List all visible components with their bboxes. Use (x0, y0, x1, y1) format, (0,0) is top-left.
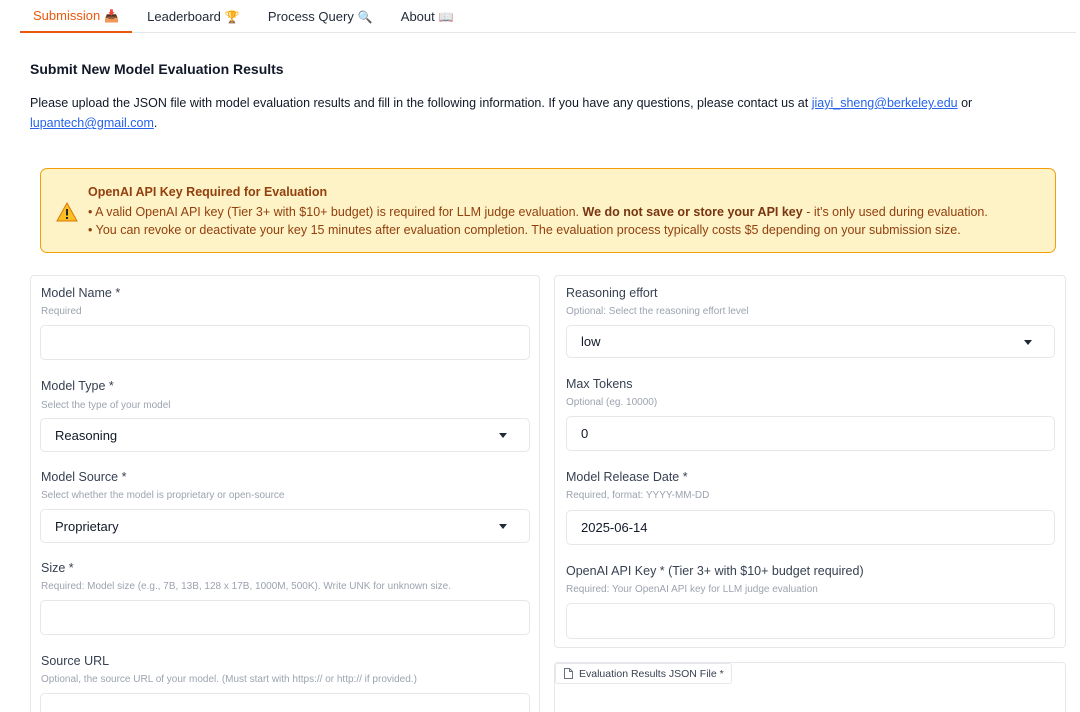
tab-leaderboard-label: Leaderboard (147, 9, 221, 24)
model-type-value: Reasoning (55, 427, 118, 443)
tab-submission-label: Submission (33, 8, 101, 23)
size-input[interactable] (40, 600, 530, 635)
warning-line-2: • You can revoke or deactivate your key … (88, 223, 961, 237)
model-name-help: Required (41, 306, 82, 317)
max-tokens-input[interactable]: 0 (566, 416, 1055, 451)
warning-line-1-prefix: • A valid OpenAI API key (Tier 3+ with $… (88, 205, 580, 219)
size-label: Size * (41, 561, 74, 575)
model-type-help: Select the type of your model (41, 400, 171, 411)
model-type-label: Model Type * (41, 379, 114, 393)
model-source-select[interactable]: Proprietary (40, 509, 530, 543)
max-tokens-help: Optional (eg. 10000) (566, 397, 658, 408)
model-source-help: Select whether the model is proprietary … (41, 490, 285, 501)
max-tokens-label: Max Tokens (566, 377, 633, 391)
tab-bar: Submission 📥 Leaderboard 🏆 Process Query… (20, 0, 1076, 33)
model-source-label: Model Source * (41, 470, 127, 484)
source-url-input[interactable] (40, 693, 530, 712)
warning-title: OpenAI API Key Required for Evaluation (88, 185, 328, 199)
upload-label: Evaluation Results JSON File * (555, 663, 732, 684)
tab-leaderboard[interactable]: Leaderboard 🏆 (134, 0, 253, 33)
release-date-input[interactable]: 2025-06-14 (566, 510, 1055, 545)
release-date-label: Model Release Date * (566, 470, 688, 484)
api-key-input[interactable] (566, 603, 1055, 639)
api-key-warning: OpenAI API Key Required for Evaluation •… (40, 168, 1056, 253)
reasoning-effort-help: Optional: Select the reasoning effort le… (566, 306, 749, 317)
tab-about-label: About (400, 9, 435, 24)
source-url-help: Optional, the source URL of your model. … (41, 674, 417, 685)
intro-period: . (153, 116, 158, 130)
api-key-label: OpenAI API Key * (Tier 3+ with $10+ budg… (566, 564, 864, 578)
warning-line-1-suffix: - it's only used during evaluation. (806, 205, 988, 219)
reasoning-effort-select[interactable]: low (566, 325, 1055, 358)
intro-or: or (961, 96, 973, 110)
release-date-help: Required, format: YYYY-MM-DD (566, 490, 710, 501)
reasoning-effort-label: Reasoning effort (566, 286, 658, 300)
reasoning-effort-value: low (581, 334, 601, 349)
intro-paragraph: Please upload the JSON file with model e… (30, 93, 1060, 133)
warning-line-1-bold: We do not save or store your API key (582, 205, 803, 219)
tab-process-query-label: Process Query (267, 9, 354, 24)
file-icon (564, 668, 573, 679)
tab-about[interactable]: About 📖 (388, 0, 467, 33)
tab-process-query[interactable]: Process Query 🔍 (255, 0, 386, 33)
api-key-help: Required: Your OpenAI API key for LLM ju… (566, 584, 818, 595)
intro-text: Please upload the JSON file with model e… (30, 96, 809, 110)
model-name-label: Model Name * (41, 286, 121, 300)
warning-icon (56, 202, 78, 222)
tab-submission[interactable]: Submission 📥 (20, 0, 133, 33)
chevron-down-icon (499, 524, 507, 529)
size-help: Required: Model size (e.g., 7B, 13B, 128… (41, 581, 452, 592)
page-title: Submit New Model Evaluation Results (30, 61, 284, 77)
trophy-icon: 🏆 (224, 9, 240, 24)
book-icon: 📖 (438, 9, 454, 24)
warning-line-1: • A valid OpenAI API key (Tier 3+ with $… (88, 205, 988, 219)
source-url-label: Source URL (41, 654, 110, 668)
model-type-select[interactable]: Reasoning (40, 418, 530, 452)
inbox-icon: 📥 (104, 8, 120, 23)
email-link-gmail[interactable]: lupantech@gmail.com (30, 116, 154, 130)
model-name-input[interactable] (40, 325, 530, 360)
model-source-value: Proprietary (55, 518, 119, 534)
email-link-berkeley[interactable]: jiayi_sheng@berkeley.edu (812, 96, 958, 110)
upload-label-text: Evaluation Results JSON File * (579, 667, 724, 680)
chevron-down-icon (1024, 339, 1032, 345)
chevron-down-icon (499, 433, 507, 438)
magnifier-icon: 🔍 (357, 9, 373, 24)
